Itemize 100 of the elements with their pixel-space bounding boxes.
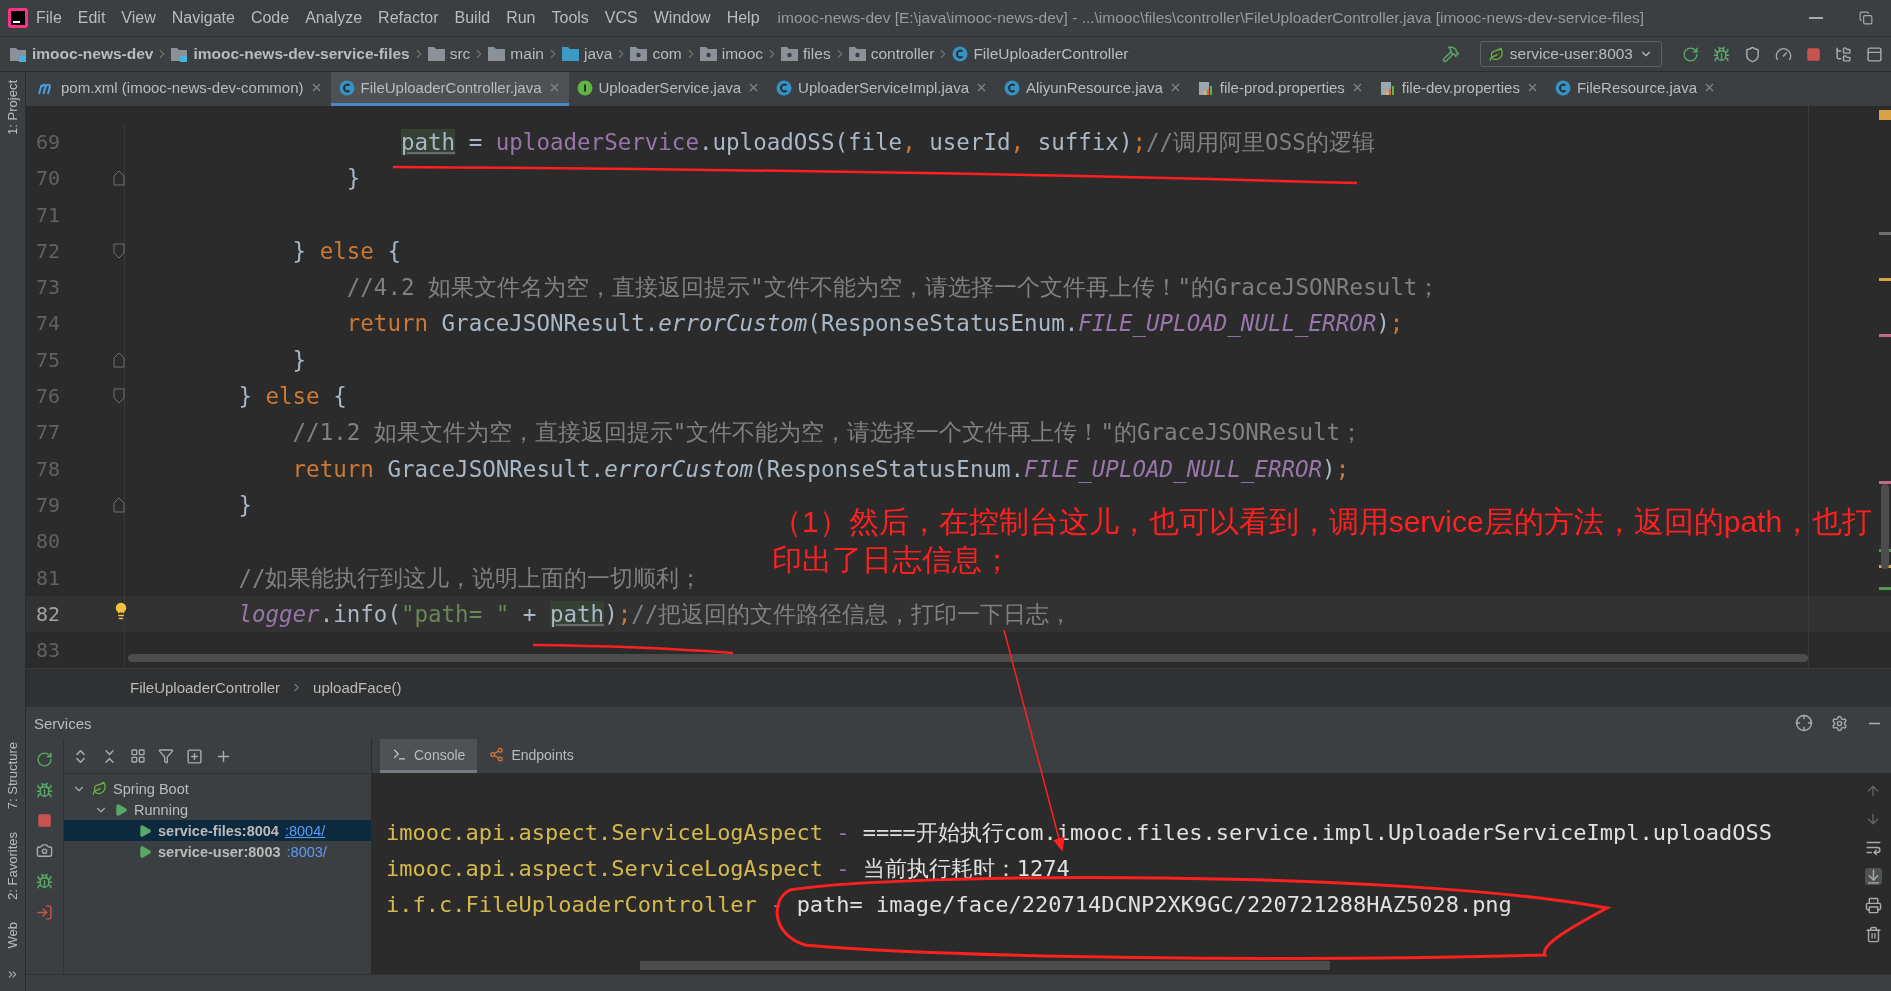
tool-window-button[interactable]: 7: Structure <box>5 740 20 812</box>
breadcrumb-item[interactable]: files <box>779 45 833 63</box>
breadcrumb-item[interactable]: main <box>486 45 546 63</box>
sign-in-icon[interactable] <box>36 904 53 921</box>
close-icon[interactable] <box>975 81 988 94</box>
console-tab[interactable]: Console <box>380 739 478 773</box>
debug-icon[interactable] <box>36 873 53 890</box>
fold-marker-icon[interactable] <box>113 351 125 368</box>
line-number: 76 <box>34 383 60 411</box>
tool-window-button[interactable]: 2: Favorites <box>5 829 20 902</box>
package-icon <box>781 47 799 61</box>
breadcrumb-item[interactable]: src <box>425 45 473 63</box>
package-icon <box>848 47 866 61</box>
properties-file-icon <box>1379 79 1396 96</box>
breadcrumb-item[interactable]: com <box>628 45 684 63</box>
fold-marker-icon[interactable] <box>113 242 125 259</box>
profiler-icon[interactable] <box>1775 45 1792 63</box>
tree-item[interactable]: service-files:8004 :8004/ <box>64 820 371 841</box>
close-icon[interactable] <box>1703 81 1716 94</box>
settings-icon[interactable] <box>1831 714 1848 732</box>
code-line: } <box>291 345 307 375</box>
soft-wrap-icon[interactable] <box>1864 839 1882 856</box>
breadcrumb-item[interactable]: imooc-news-dev <box>8 45 156 63</box>
editor-tab[interactable]: UploaderServiceImpl.java <box>768 72 996 106</box>
new-service-icon[interactable] <box>186 747 203 765</box>
menu-item[interactable]: File <box>28 0 70 36</box>
crosshair-icon[interactable] <box>1795 714 1813 732</box>
fold-marker-icon[interactable] <box>113 388 125 405</box>
error-stripe-mark <box>1879 587 1891 590</box>
menu-item[interactable]: Tools <box>543 0 597 36</box>
module-folder-icon <box>171 46 189 62</box>
code-line: } <box>237 490 252 520</box>
run-icon <box>138 844 152 859</box>
menu-item[interactable]: Window <box>645 0 719 36</box>
project-structure-icon[interactable] <box>1835 45 1852 63</box>
editor-tab[interactable]: pom.xml (imooc-news-dev-common) <box>30 72 331 106</box>
tree-item[interactable]: service-user:8003 :8003/ <box>64 841 371 862</box>
menu-item[interactable]: Help <box>718 0 768 36</box>
breadcrumb-item[interactable]: FileUploaderController <box>950 45 1131 63</box>
breadcrumb-item[interactable]: uploadFace() <box>313 679 402 696</box>
rerun-icon[interactable] <box>1682 45 1699 63</box>
menu-item[interactable]: Build <box>446 0 499 36</box>
breadcrumb-item[interactable]: controller <box>846 45 937 63</box>
module-folder-icon <box>10 46 27 62</box>
editor-tab[interactable]: UploaderService.java <box>568 72 769 106</box>
editor-tab[interactable]: FileUploaderController.java <box>330 72 569 106</box>
debug-icon[interactable] <box>36 782 53 799</box>
trash-icon[interactable] <box>1864 926 1882 943</box>
port-link[interactable]: :8003/ <box>286 843 327 860</box>
menu-item[interactable]: Run <box>498 0 544 36</box>
line-number: 81 <box>34 564 60 592</box>
fold-marker-icon[interactable] <box>113 170 125 187</box>
vertical-scrollbar[interactable] <box>1881 484 1889 569</box>
coverage-icon[interactable] <box>1744 45 1761 63</box>
code-line: //如果能执行到这儿，说明上面的一切顺利； <box>237 563 703 593</box>
code-line: return GraceJSONResult.errorCustom(ResponseStatusEnum.FILE_UPLOAD_NULL_ERROR); <box>291 454 1350 485</box>
print-icon[interactable] <box>1864 897 1882 914</box>
tool-window-button[interactable]: 1: Project <box>5 78 20 137</box>
horizontal-scrollbar[interactable] <box>640 961 1330 970</box>
run-icon <box>138 823 152 838</box>
horizontal-scrollbar[interactable] <box>128 654 1808 662</box>
camera-icon[interactable] <box>36 842 53 859</box>
editor-tab[interactable]: file-dev.properties <box>1371 72 1547 106</box>
run-configuration-dropdown[interactable]: service-user:8003 <box>1479 41 1662 67</box>
editor-tab[interactable]: FileResource.java <box>1546 72 1724 106</box>
menu-item[interactable]: Edit <box>69 0 114 36</box>
menu-item[interactable]: Navigate <box>163 0 243 36</box>
more-icon[interactable] <box>6 968 19 981</box>
restore-icon <box>1859 11 1873 25</box>
breadcrumb-item[interactable]: FileUploaderController <box>130 679 281 696</box>
breadcrumb-item[interactable]: imooc <box>697 45 766 63</box>
layout-icon[interactable] <box>1866 45 1883 63</box>
properties-file-icon <box>1197 79 1214 96</box>
console-tab[interactable]: Endpoints <box>477 739 586 773</box>
tree-item[interactable]: Running <box>64 799 371 820</box>
line-number: 75 <box>34 346 60 374</box>
rerun-icon[interactable] <box>36 751 53 768</box>
menu-item[interactable]: Analyze <box>297 0 371 36</box>
menu-item[interactable]: VCS <box>596 0 646 36</box>
breadcrumb-item[interactable]: imooc-news-dev-service-files <box>169 45 412 63</box>
tree-item[interactable]: Spring Boot <box>64 778 371 799</box>
fold-marker-icon[interactable] <box>113 496 125 513</box>
scroll-to-end-icon[interactable] <box>1864 868 1882 885</box>
tool-window-button[interactable]: Web <box>5 919 20 950</box>
editor-tab[interactable]: AliyunResource.java <box>996 72 1190 106</box>
stop-icon[interactable] <box>1806 46 1821 62</box>
stop-icon[interactable] <box>37 813 52 828</box>
line-number: 74 <box>34 310 60 338</box>
port-link[interactable]: :8004/ <box>284 822 326 839</box>
line-number: 78 <box>34 455 60 483</box>
menu-item[interactable]: View <box>113 0 164 36</box>
editor-tab[interactable]: file-prod.properties <box>1189 72 1372 106</box>
menu-item[interactable]: Code <box>242 0 298 36</box>
breadcrumb-item[interactable]: java <box>559 45 615 63</box>
line-number: 80 <box>34 528 60 556</box>
group-icon[interactable] <box>130 748 146 764</box>
menu-item[interactable]: Refactor <box>370 0 447 36</box>
filter-icon[interactable] <box>158 748 174 764</box>
hammer-icon[interactable] <box>1441 45 1460 63</box>
debug-icon[interactable] <box>1713 45 1730 63</box>
